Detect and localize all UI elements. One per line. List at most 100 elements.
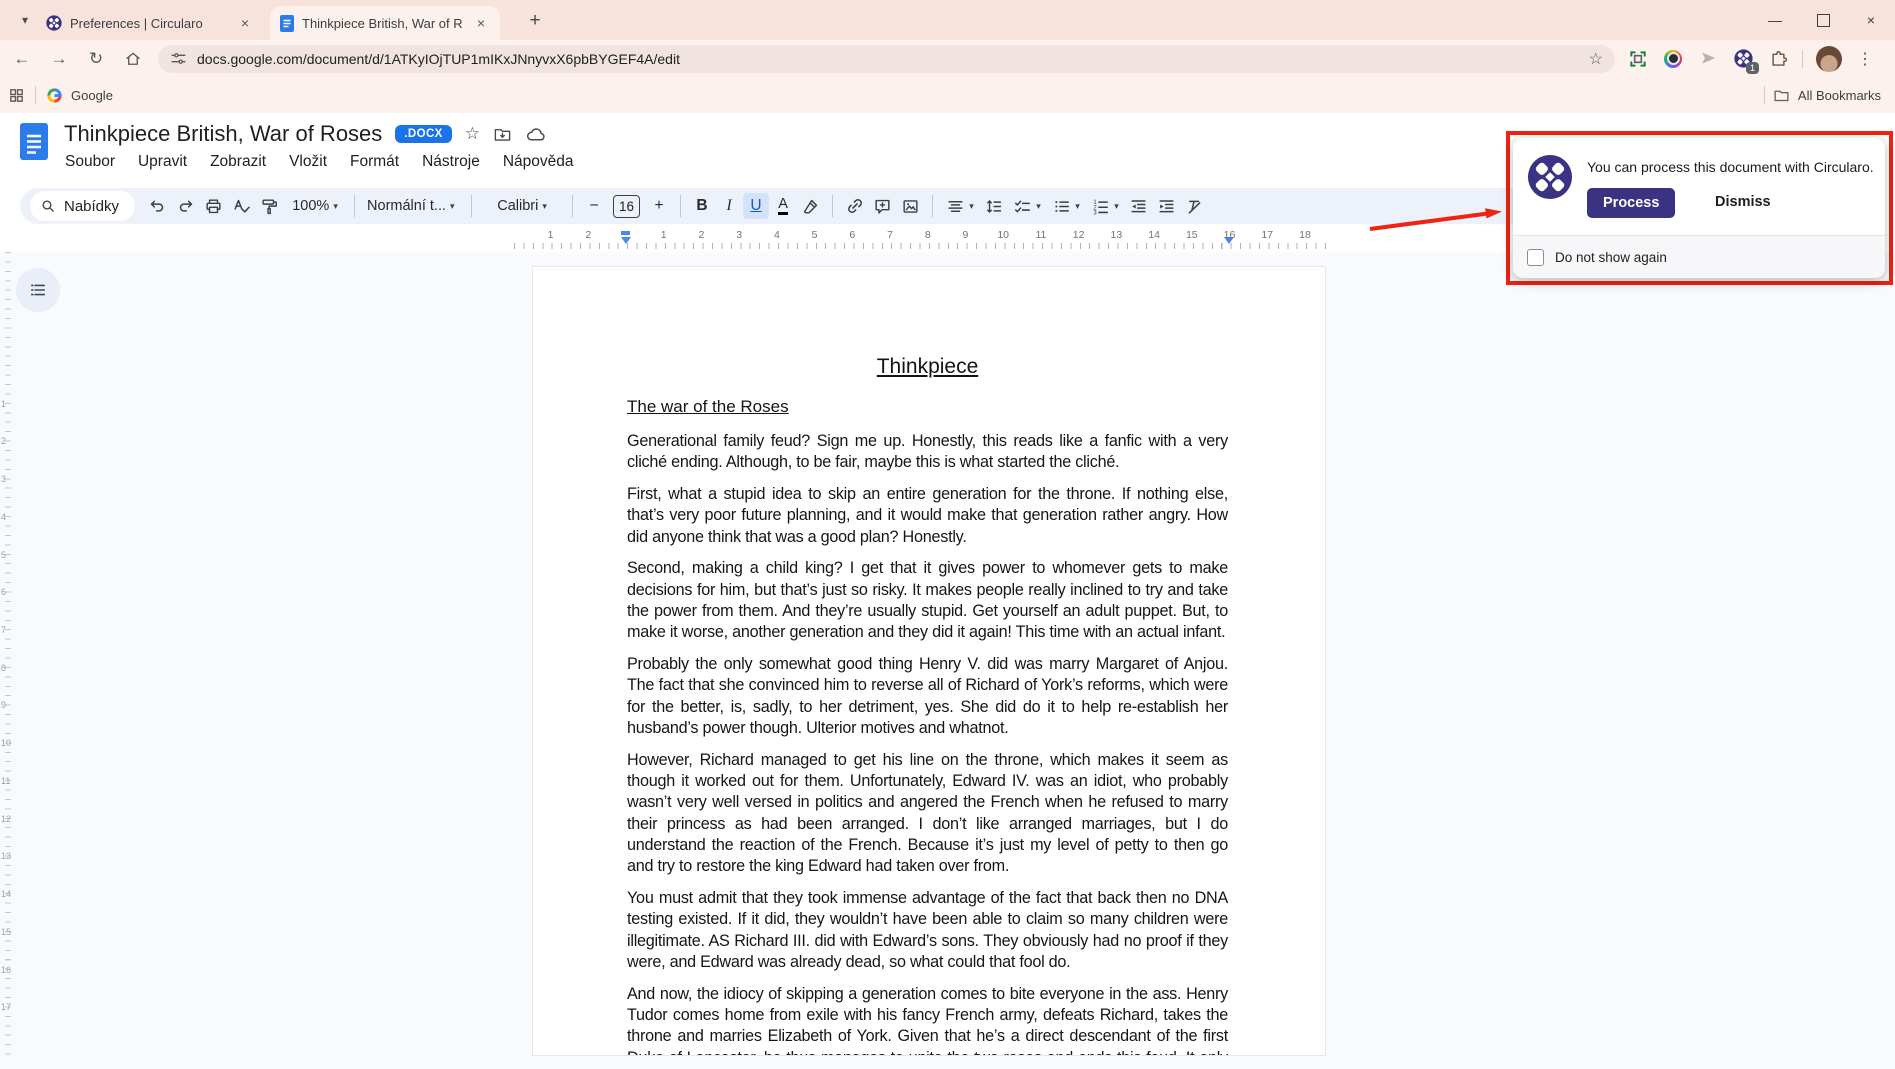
doc-heading[interactable]: Thinkpiece (627, 355, 1228, 379)
menu-nápověda[interactable]: Nápověda (503, 153, 574, 171)
spellcheck-icon[interactable] (228, 192, 255, 220)
chevron-down-icon: ▾ (1114, 201, 1119, 212)
underline-button[interactable]: U (743, 193, 769, 219)
forward-icon[interactable]: → (44, 44, 74, 74)
do-not-show-again-checkbox[interactable] (1527, 249, 1544, 266)
document-title-field[interactable]: Thinkpiece British, War of Roses (64, 121, 382, 147)
circularo-logo (1527, 154, 1573, 200)
line-spacing-icon[interactable] (980, 192, 1007, 220)
highlight-color-icon[interactable] (797, 192, 824, 220)
star-document-icon[interactable]: ☆ (465, 124, 480, 144)
menu-vložit[interactable]: Vložit (289, 153, 327, 171)
process-button[interactable]: Process (1587, 188, 1675, 218)
undo-icon[interactable] (144, 192, 171, 220)
minimize-button[interactable]: — (1751, 0, 1799, 40)
increase-font-size-button[interactable]: + (646, 193, 672, 219)
maximize-button[interactable] (1799, 0, 1847, 40)
numbered-list-select[interactable]: 123 ▾ (1086, 192, 1124, 220)
back-icon[interactable]: ← (7, 44, 37, 74)
document-paragraph[interactable]: Second, making a child king? I get that … (627, 558, 1228, 643)
new-tab-button[interactable]: + (522, 8, 548, 34)
document-paragraph[interactable]: First, what a stupid idea to skip an ent… (627, 484, 1228, 548)
google-docs-icon[interactable] (20, 123, 48, 160)
circularo-extension-icon[interactable]: 1 (1732, 48, 1754, 70)
bulleted-list-select[interactable]: ▾ (1047, 192, 1085, 220)
document-paragraph[interactable]: Generational family feud? Sign me up. Ho… (627, 431, 1228, 474)
search-menus-button[interactable]: Nabídky (30, 191, 135, 221)
document-status-cloud-icon[interactable] (525, 124, 546, 145)
doc-subheading[interactable]: The war of the Roses (627, 397, 1228, 417)
omnibox[interactable]: docs.google.com/document/d/1ATKyIOjTUP1m… (158, 45, 1615, 73)
browser-profile-avatar[interactable] (1816, 46, 1842, 72)
menu-nástroje[interactable]: Nástroje (422, 153, 480, 171)
camera-lens-extension-icon[interactable] (1662, 48, 1684, 70)
first-line-indent-marker[interactable] (621, 231, 630, 235)
tab-thinkpiece-doc[interactable]: Thinkpiece British, War of Roses × (270, 6, 500, 40)
search-menus-label: Nabídky (64, 198, 119, 215)
ruler-number: 14 (1, 889, 11, 899)
apps-grid-icon[interactable] (8, 87, 25, 104)
window-controls: — × (1751, 0, 1895, 40)
document-paragraph[interactable]: You must admit that they took immense ad… (627, 888, 1228, 973)
all-bookmarks-button[interactable]: All Bookmarks (1798, 88, 1881, 103)
reload-icon[interactable]: ↻ (81, 44, 111, 74)
document-paragraph[interactable]: However, Richard managed to get his line… (627, 750, 1228, 878)
document-paragraphs: Generational family feud? Sign me up. Ho… (627, 431, 1228, 1056)
google-bookmark[interactable]: Google (46, 87, 113, 104)
ruler-number: 8 (1, 663, 6, 673)
zoom-select[interactable]: 100% ▾ (284, 192, 346, 220)
google-docs-favicon (280, 15, 294, 32)
close-window-button[interactable]: × (1847, 0, 1895, 40)
send-arrow-extension-icon[interactable] (1697, 48, 1719, 70)
browser-menu-icon[interactable]: ⋮ (1857, 49, 1873, 69)
home-icon[interactable] (118, 44, 148, 74)
tab-search-icon[interactable]: ▾ (12, 9, 38, 31)
decrease-indent-icon[interactable] (1125, 192, 1152, 220)
checklist-select[interactable]: ▾ (1008, 192, 1046, 220)
document-paragraph[interactable]: And now, the idiocy of skipping a genera… (627, 984, 1228, 1056)
text-color-button[interactable]: A (770, 193, 796, 219)
site-settings-icon[interactable] (170, 50, 187, 67)
ruler-number: 10 (997, 229, 1009, 241)
left-indent-marker[interactable] (621, 237, 631, 244)
print-icon[interactable] (200, 192, 227, 220)
bold-button[interactable]: B (689, 193, 715, 219)
increase-indent-icon[interactable] (1153, 192, 1180, 220)
move-to-folder-icon[interactable] (493, 125, 512, 144)
clear-formatting-icon[interactable] (1181, 192, 1208, 220)
url-text[interactable]: docs.google.com/document/d/1ATKyIOjTUP1m… (197, 51, 1579, 67)
menu-zobrazit[interactable]: Zobrazit (210, 153, 266, 171)
decrease-font-size-button[interactable]: − (581, 193, 607, 219)
document-page[interactable]: Thinkpiece The war of the Roses Generati… (532, 266, 1326, 1056)
document-paragraph[interactable]: Probably the only somewhat good thing He… (627, 654, 1228, 739)
google-favicon (46, 87, 63, 104)
paint-format-icon[interactable] (256, 192, 283, 220)
font-size-input[interactable]: 16 (613, 195, 640, 218)
ruler-number: 8 (925, 229, 931, 241)
add-comment-icon[interactable] (869, 192, 896, 220)
tab-preferences-circularo[interactable]: Preferences | Circularo × (36, 6, 264, 40)
align-select[interactable]: ▾ (941, 192, 979, 220)
paragraph-style-select[interactable]: Normální t... ▾ (363, 192, 463, 220)
tab-close-icon[interactable]: × (472, 14, 490, 32)
ruler-number: 1 (1, 399, 6, 409)
ruler-number: 10 (1, 738, 11, 748)
menu-bar: Soubor Upravit Zobrazit Vložit Formát Nástroj… (65, 153, 573, 171)
vertical-ruler[interactable]: 1234567891011121314151617 (0, 252, 13, 1069)
menu-soubor[interactable]: Soubor (65, 153, 115, 171)
extensions-puzzle-icon[interactable] (1767, 48, 1789, 70)
insert-link-icon[interactable] (841, 192, 868, 220)
redo-icon[interactable] (172, 192, 199, 220)
dismiss-button[interactable]: Dismiss (1709, 193, 1777, 211)
screenshot-extension-icon[interactable] (1627, 48, 1649, 70)
bookmark-star-icon[interactable]: ☆ (1589, 49, 1603, 69)
menu-upravit[interactable]: Upravit (138, 153, 187, 171)
menu-formát[interactable]: Formát (350, 153, 399, 171)
font-family-select[interactable]: Calibri ▾ (480, 192, 564, 220)
insert-image-icon[interactable] (897, 192, 924, 220)
show-outline-button[interactable] (16, 268, 60, 312)
italic-button[interactable]: I (716, 193, 742, 219)
ruler-number: 5 (1, 550, 6, 560)
tab-close-icon[interactable]: × (236, 14, 254, 32)
popup-footer: Do not show again (1513, 235, 1885, 278)
